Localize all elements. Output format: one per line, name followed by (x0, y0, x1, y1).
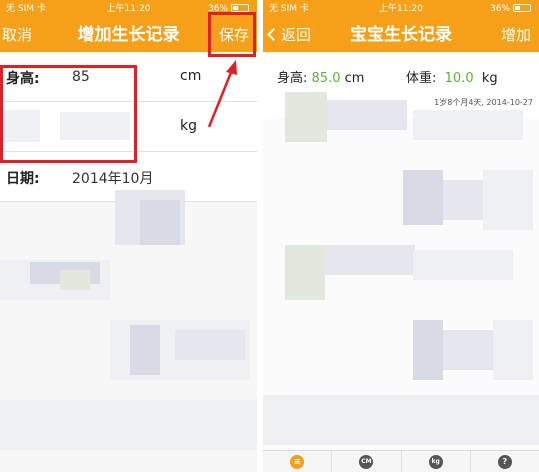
arrow-pointer (207, 60, 237, 128)
